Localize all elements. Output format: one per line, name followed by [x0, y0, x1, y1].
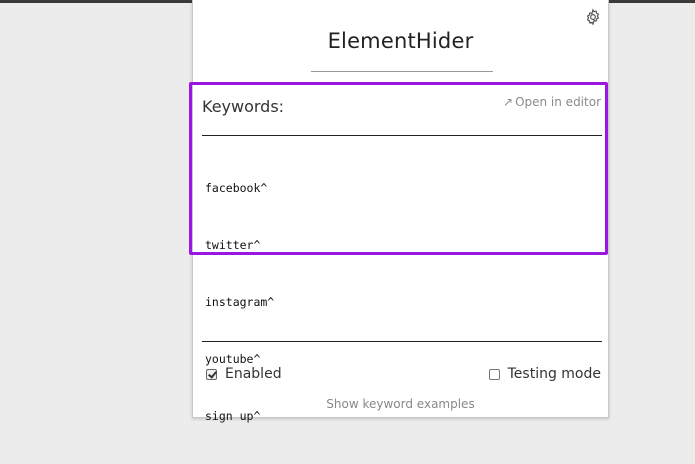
editor-bottom-border: [202, 341, 602, 342]
keywords-label: Keywords:: [202, 97, 285, 116]
gear-icon[interactable]: [584, 8, 602, 26]
show-keyword-examples-link[interactable]: Show keyword examples: [193, 397, 608, 411]
app-title: ElementHider: [327, 29, 474, 53]
title-divider: [311, 71, 493, 72]
extension-popup: ElementHider Keywords: ↗ Open in editor f…: [189, 0, 609, 423]
keyword-line: facebook^: [205, 181, 268, 195]
enabled-label: Enabled: [225, 366, 282, 382]
enabled-option[interactable]: Enabled: [206, 366, 282, 382]
open-in-editor-label: Open in editor: [515, 95, 601, 109]
testing-mode-checkbox[interactable]: [488, 368, 500, 380]
keywords-textarea[interactable]: facebook^ twitter^ instagram^ youtube^ s…: [202, 136, 602, 423]
open-in-editor-link[interactable]: ↗ Open in editor: [503, 95, 601, 109]
keyword-line: twitter^: [205, 238, 261, 252]
keyword-line: instagram^: [205, 295, 275, 309]
testing-mode-option[interactable]: Testing mode: [488, 366, 601, 382]
arrow-up-right-icon: ↗: [503, 95, 514, 109]
testing-mode-label: Testing mode: [507, 366, 601, 382]
enabled-checkbox[interactable]: [206, 368, 217, 380]
